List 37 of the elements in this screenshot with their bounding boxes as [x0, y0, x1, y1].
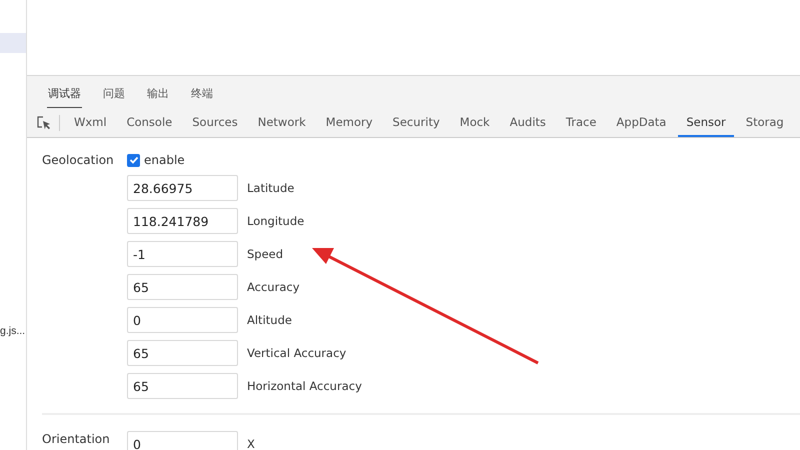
field-label: Speed [247, 247, 284, 261]
devtools-tab[interactable]: Memory [318, 108, 381, 137]
devtools-tab[interactable]: Wxml [66, 108, 115, 137]
devtools-tab[interactable]: Security [384, 108, 448, 137]
input-field[interactable]: 65 [127, 340, 238, 366]
field-label: X [247, 437, 255, 450]
devtools-tab[interactable]: Console [118, 108, 180, 137]
sidebar-item[interactable]: g.js... [0, 325, 26, 337]
field-label: Horizontal Accuracy [247, 379, 362, 393]
devtools-tab[interactable]: Sources [184, 108, 246, 137]
input-field[interactable]: -1 [127, 241, 238, 267]
input-field[interactable]: 65 [127, 274, 238, 300]
input-field[interactable]: 118.241789 [127, 208, 238, 234]
field-label: Accuracy [247, 280, 300, 294]
checkbox-label: enable [144, 153, 185, 167]
panel-tab[interactable]: 终端 [190, 86, 214, 108]
panel-tab[interactable]: 问题 [102, 86, 126, 108]
input-field[interactable]: 0 [127, 307, 238, 333]
input-field[interactable]: 65 [127, 373, 238, 399]
devtools-tab[interactable]: Storag [738, 108, 792, 137]
field-label: Altitude [247, 313, 292, 327]
devtools-tab[interactable]: AppData [608, 108, 674, 137]
field-label: Latitude [247, 181, 294, 195]
element-picker-icon[interactable] [37, 116, 51, 130]
section-title: Geolocation [42, 152, 115, 169]
devtools-tab[interactable]: Network [250, 108, 314, 137]
section-title: Orientation [42, 431, 111, 448]
devtools-tab[interactable]: Sensor [678, 108, 734, 137]
input-field[interactable]: 0 [127, 431, 238, 450]
devtools-tab[interactable]: Trace [558, 108, 604, 137]
devtools-tab[interactable]: Mock [452, 108, 498, 137]
panel-tab[interactable]: 输出 [146, 86, 170, 108]
input-field[interactable]: 28.66975 [127, 175, 238, 201]
field-label: Vertical Accuracy [247, 346, 346, 360]
field-label: Longitude [247, 214, 304, 228]
devtools-tab[interactable]: Audits [502, 108, 554, 137]
enable-checkbox[interactable] [127, 154, 140, 166]
